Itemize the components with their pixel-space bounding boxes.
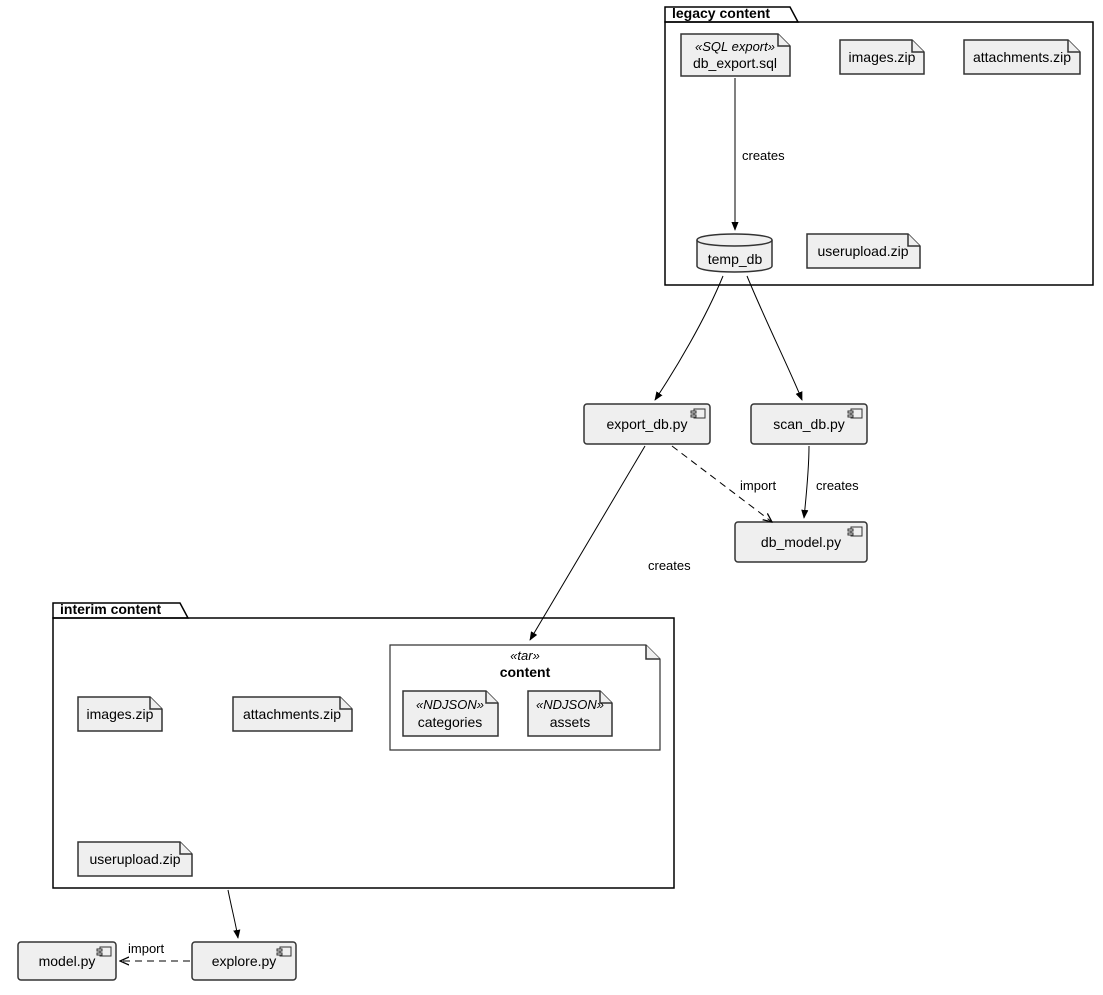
artifact-userupload-interim: userupload.zip <box>78 842 192 876</box>
artifact-db-export-stereo: «SQL export» <box>695 39 775 54</box>
component-export-db-label: export_db.py <box>607 416 688 432</box>
artifact-attachments-legacy-label: attachments.zip <box>973 49 1071 65</box>
artifact-categories: «NDJSON» categories <box>403 691 498 736</box>
artifact-content-stereo: «tar» <box>510 648 540 663</box>
database-temp-db: temp_db <box>697 234 772 272</box>
artifact-assets-stereo: «NDJSON» <box>536 697 604 712</box>
artifact-categories-label: categories <box>418 714 483 730</box>
artifact-attachments-interim: attachments.zip <box>233 697 352 731</box>
edge-interim-to-explore <box>228 890 238 938</box>
artifact-images-interim: images.zip <box>78 697 162 731</box>
edge-creates-2-label: creates <box>816 478 859 493</box>
artifact-db-export: «SQL export» db_export.sql <box>681 34 790 76</box>
artifact-images-legacy-label: images.zip <box>849 49 916 65</box>
artifact-images-legacy: images.zip <box>840 40 924 74</box>
artifact-content-label: content <box>500 664 551 680</box>
component-export-db: export_db.py <box>584 404 710 444</box>
edge-db-export-to-temp-db: creates <box>735 78 785 230</box>
edge-scan-db-to-db-model: creates <box>804 446 859 518</box>
artifact-categories-stereo: «NDJSON» <box>416 697 484 712</box>
artifact-images-interim-label: images.zip <box>87 706 154 722</box>
artifact-userupload-legacy: userupload.zip <box>807 234 920 268</box>
component-db-model: db_model.py <box>735 522 867 562</box>
edge-export-db-to-db-model: import <box>672 446 777 522</box>
artifact-attachments-legacy: attachments.zip <box>964 40 1080 74</box>
edge-export-db-to-content: creates <box>530 446 691 640</box>
edge-creates-3-label: creates <box>648 558 691 573</box>
edge-temp-db-to-scan-db <box>747 276 802 400</box>
component-scan-db-label: scan_db.py <box>773 416 845 432</box>
edge-temp-db-to-export-db <box>655 276 723 400</box>
edge-import-2-label: import <box>128 941 165 956</box>
component-scan-db: scan_db.py <box>751 404 867 444</box>
artifact-userupload-legacy-label: userupload.zip <box>817 243 908 259</box>
edge-explore-to-model: import <box>120 941 190 961</box>
artifact-userupload-interim-label: userupload.zip <box>89 851 180 867</box>
edge-creates-1-label: creates <box>742 148 785 163</box>
edge-import-1-label: import <box>740 478 777 493</box>
component-explore-label: explore.py <box>212 953 277 969</box>
package-interim-title: interim content <box>60 601 161 617</box>
package-legacy-title: legacy content <box>672 5 770 21</box>
artifact-db-export-label: db_export.sql <box>693 55 777 71</box>
component-db-model-label: db_model.py <box>761 534 841 550</box>
component-model-label: model.py <box>39 953 96 969</box>
database-temp-db-label: temp_db <box>708 251 763 267</box>
artifact-attachments-interim-label: attachments.zip <box>243 706 341 722</box>
component-explore: explore.py <box>192 942 296 980</box>
artifact-assets-label: assets <box>550 714 590 730</box>
component-model: model.py <box>18 942 116 980</box>
artifact-assets: «NDJSON» assets <box>528 691 612 736</box>
